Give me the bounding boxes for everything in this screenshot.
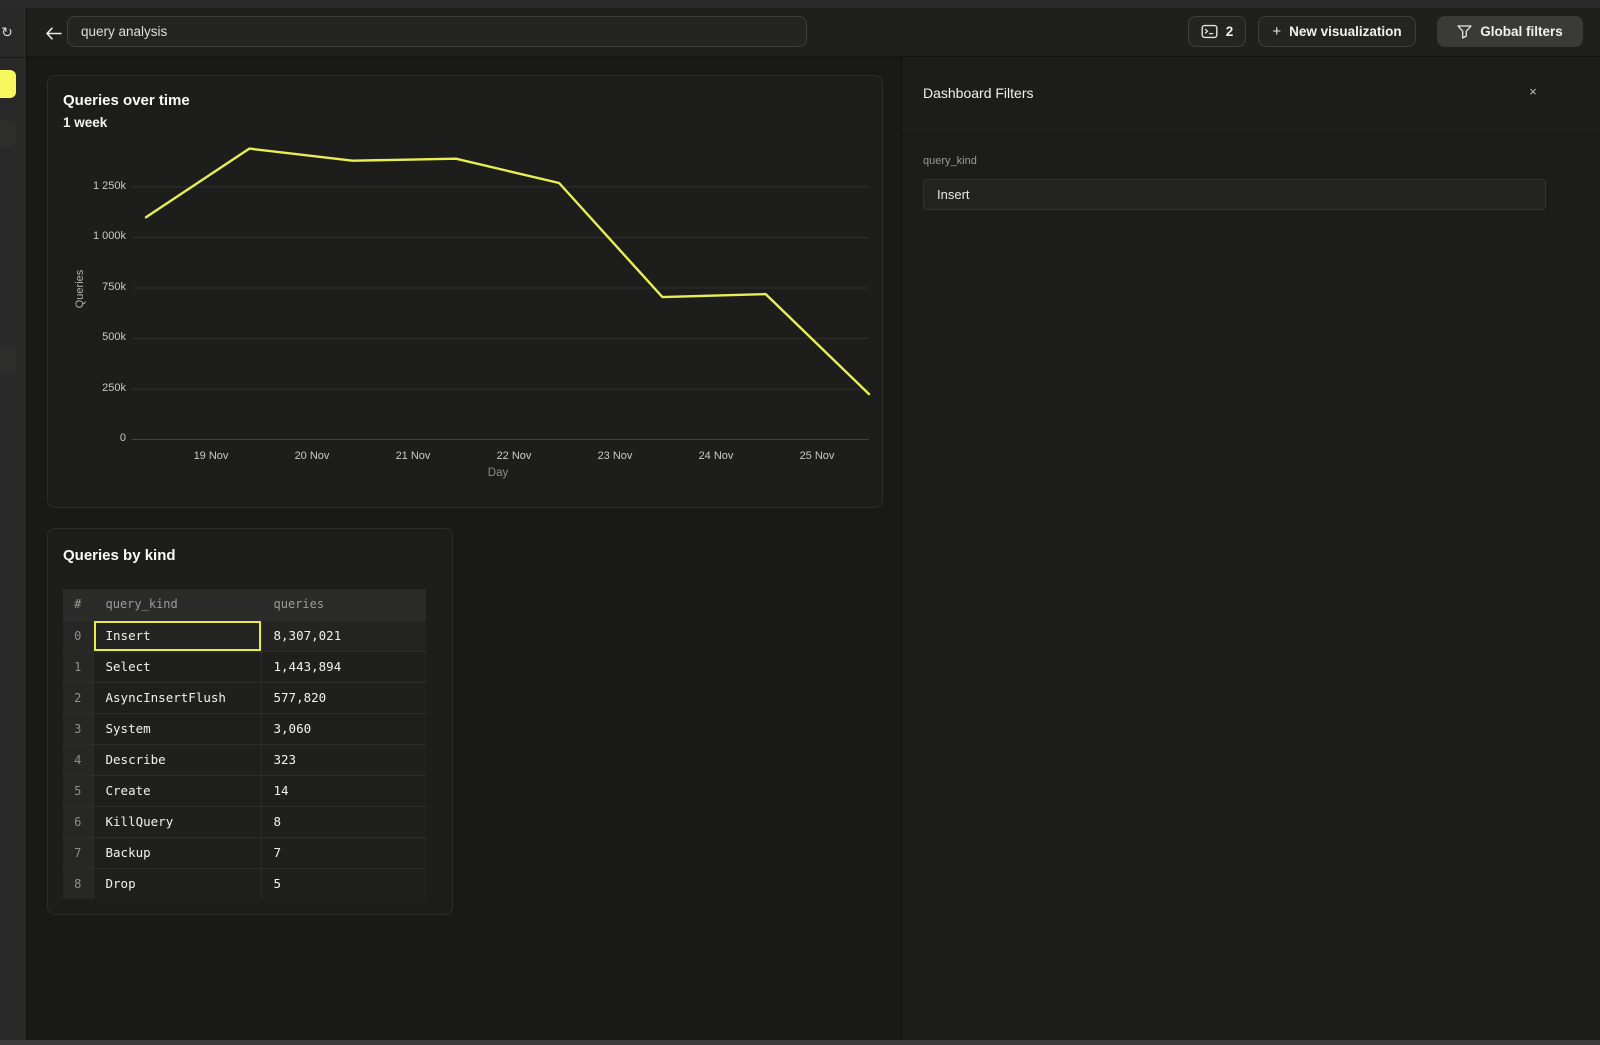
query-kind-cell[interactable]: AsyncInsertFlush bbox=[93, 682, 261, 713]
refresh-icon[interactable]: ↻ bbox=[0, 22, 17, 42]
x-tick-label: 23 Nov bbox=[585, 450, 645, 462]
chart-title: Queries over time bbox=[63, 92, 190, 109]
row-index-cell[interactable]: 1 bbox=[63, 651, 93, 682]
filters-panel-header: Dashboard Filters × bbox=[902, 57, 1600, 130]
queries-by-kind-table: # query_kind queries 0Insert8,307,0211Se… bbox=[63, 589, 426, 899]
queries-over-time-card: Queries over time 1 week Queries 0250k50… bbox=[47, 75, 883, 508]
x-tick-label: 22 Nov bbox=[484, 450, 544, 462]
table-row: 5Create14 bbox=[63, 775, 426, 806]
queries-count-cell[interactable]: 577,820 bbox=[261, 682, 426, 713]
window-top-strip bbox=[0, 0, 1600, 8]
global-filters-label: Global filters bbox=[1480, 24, 1563, 39]
y-tick-label: 0 bbox=[48, 432, 126, 444]
x-tick-label: 24 Nov bbox=[686, 450, 746, 462]
global-filters-button[interactable]: Global filters bbox=[1437, 16, 1583, 47]
row-index-cell[interactable]: 2 bbox=[63, 682, 93, 713]
terminal-icon bbox=[1201, 24, 1218, 39]
table-row: 6KillQuery8 bbox=[63, 806, 426, 837]
rail-item-active[interactable] bbox=[0, 70, 16, 98]
table-row: 3System3,060 bbox=[63, 713, 426, 744]
arrow-left-icon bbox=[45, 27, 62, 40]
table-row: 7Backup7 bbox=[63, 837, 426, 868]
table-row: 8Drop5 bbox=[63, 868, 426, 899]
gridlines bbox=[132, 187, 869, 440]
row-index-cell[interactable]: 3 bbox=[63, 713, 93, 744]
query-kind-cell[interactable]: KillQuery bbox=[93, 806, 261, 837]
table-row: 0Insert8,307,021 bbox=[63, 620, 426, 651]
queries-count-cell[interactable]: 323 bbox=[261, 744, 426, 775]
query-kind-cell[interactable]: Create bbox=[93, 775, 261, 806]
x-tick-label: 20 Nov bbox=[282, 450, 342, 462]
x-tick-label: 21 Nov bbox=[383, 450, 443, 462]
query-kind-cell[interactable]: Backup bbox=[93, 837, 261, 868]
queries-count-cell[interactable]: 8,307,021 bbox=[261, 620, 426, 651]
row-index-cell[interactable]: 8 bbox=[63, 868, 93, 899]
funnel-icon bbox=[1457, 25, 1472, 39]
column-header-index[interactable]: # bbox=[63, 589, 93, 620]
filter-field-label: query_kind bbox=[923, 155, 977, 167]
x-tick-label: 19 Nov bbox=[181, 450, 241, 462]
dashboard-title-input[interactable]: query analysis bbox=[67, 16, 807, 47]
console-count: 2 bbox=[1226, 24, 1234, 39]
queries-count-cell[interactable]: 1,443,894 bbox=[261, 651, 426, 682]
query-kind-cell[interactable]: Describe bbox=[93, 744, 261, 775]
queries-count-cell[interactable]: 7 bbox=[261, 837, 426, 868]
y-tick-label: 1 250k bbox=[48, 180, 126, 192]
close-icon[interactable]: × bbox=[1524, 83, 1542, 101]
y-tick-label: 500k bbox=[48, 331, 126, 343]
row-index-cell[interactable]: 7 bbox=[63, 837, 93, 868]
y-tick-label: 250k bbox=[48, 382, 126, 394]
x-tick-label: 25 Nov bbox=[787, 450, 847, 462]
column-header-queries[interactable]: queries bbox=[261, 589, 426, 620]
table-row: 2AsyncInsertFlush577,820 bbox=[63, 682, 426, 713]
table-title: Queries by kind bbox=[63, 547, 176, 564]
new-visualization-button[interactable]: + New visualization bbox=[1258, 16, 1416, 47]
window-bottom-strip bbox=[0, 1040, 1600, 1045]
queries-count-cell[interactable]: 5 bbox=[261, 868, 426, 899]
queries-count-cell[interactable]: 8 bbox=[261, 806, 426, 837]
table-row: 4Describe323 bbox=[63, 744, 426, 775]
plus-icon: + bbox=[1272, 23, 1281, 40]
y-tick-label: 750k bbox=[48, 281, 126, 293]
back-button[interactable] bbox=[40, 20, 66, 46]
sql-console-button[interactable]: 2 bbox=[1188, 16, 1246, 47]
chart-subtitle: 1 week bbox=[63, 115, 107, 130]
query-kind-cell[interactable]: Drop bbox=[93, 868, 261, 899]
rail-item-3[interactable] bbox=[0, 346, 16, 374]
queries-count-cell[interactable]: 3,060 bbox=[261, 713, 426, 744]
y-tick-label: 1 000k bbox=[48, 230, 126, 242]
rail-divider bbox=[0, 57, 27, 58]
new-visualization-label: New visualization bbox=[1289, 24, 1402, 39]
sidebar-rail: ↻ bbox=[0, 8, 27, 1040]
table-header-row: # query_kind queries bbox=[63, 589, 426, 620]
query-kind-cell[interactable]: Select bbox=[93, 651, 261, 682]
queries-by-kind-card: Queries by kind # query_kind queries 0In… bbox=[47, 528, 453, 915]
filter-query-kind-input[interactable]: Insert bbox=[923, 179, 1546, 210]
rail-item-2[interactable] bbox=[0, 120, 16, 148]
queries-series-line bbox=[146, 149, 869, 395]
dashboard-canvas: Queries over time 1 week Queries 0250k50… bbox=[27, 57, 901, 1040]
row-index-cell[interactable]: 6 bbox=[63, 806, 93, 837]
row-index-cell[interactable]: 0 bbox=[63, 620, 93, 651]
query-kind-cell-selected[interactable]: Insert bbox=[93, 620, 261, 651]
queries-count-cell[interactable]: 14 bbox=[261, 775, 426, 806]
top-bar: query analysis 2 + New visualization Glo… bbox=[27, 8, 1600, 57]
column-header-query-kind[interactable]: query_kind bbox=[93, 589, 261, 620]
x-axis-title: Day bbox=[473, 467, 523, 479]
query-kind-cell[interactable]: System bbox=[93, 713, 261, 744]
table-row: 1Select1,443,894 bbox=[63, 651, 426, 682]
row-index-cell[interactable]: 4 bbox=[63, 744, 93, 775]
row-index-cell[interactable]: 5 bbox=[63, 775, 93, 806]
line-chart-plot bbox=[132, 141, 869, 446]
dashboard-filters-panel: Dashboard Filters × query_kind Insert bbox=[901, 57, 1600, 1040]
filters-panel-title: Dashboard Filters bbox=[923, 85, 1034, 101]
